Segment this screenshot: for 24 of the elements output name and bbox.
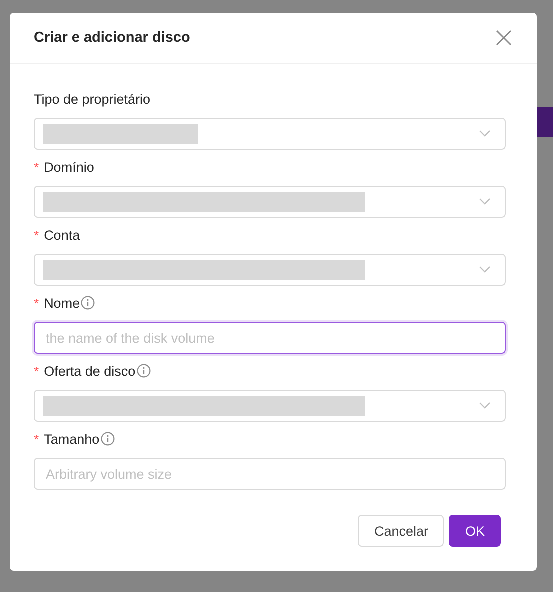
chevron-down-icon (479, 130, 491, 138)
required-mark: * (34, 160, 40, 174)
chevron-down-icon (479, 402, 491, 410)
select-field[interactable] (34, 254, 506, 286)
field-label: Conta (44, 228, 80, 242)
dialog-title: Criar e adicionar disco (34, 30, 190, 46)
field-label: Tipo de proprietário (34, 92, 151, 106)
required-mark: * (34, 364, 40, 378)
required-mark: * (34, 228, 40, 242)
close-button[interactable] (495, 29, 513, 47)
chevron-down-icon (479, 266, 491, 274)
select-field[interactable] (34, 118, 506, 150)
select-field[interactable] (34, 186, 506, 218)
chevron-down-icon (479, 198, 491, 206)
required-mark: * (34, 432, 40, 446)
cancel-button[interactable]: Cancelar (358, 515, 444, 547)
field-label: Nome (44, 296, 80, 310)
field-label: Oferta de disco (44, 364, 136, 378)
ok-button[interactable]: OK (449, 515, 501, 547)
field-label: Tamanho (44, 432, 100, 446)
input-field[interactable]: the name of the disk volume (34, 322, 506, 354)
field-label: Domínio (44, 160, 94, 174)
select-field[interactable] (34, 390, 506, 422)
required-mark: * (34, 296, 40, 310)
